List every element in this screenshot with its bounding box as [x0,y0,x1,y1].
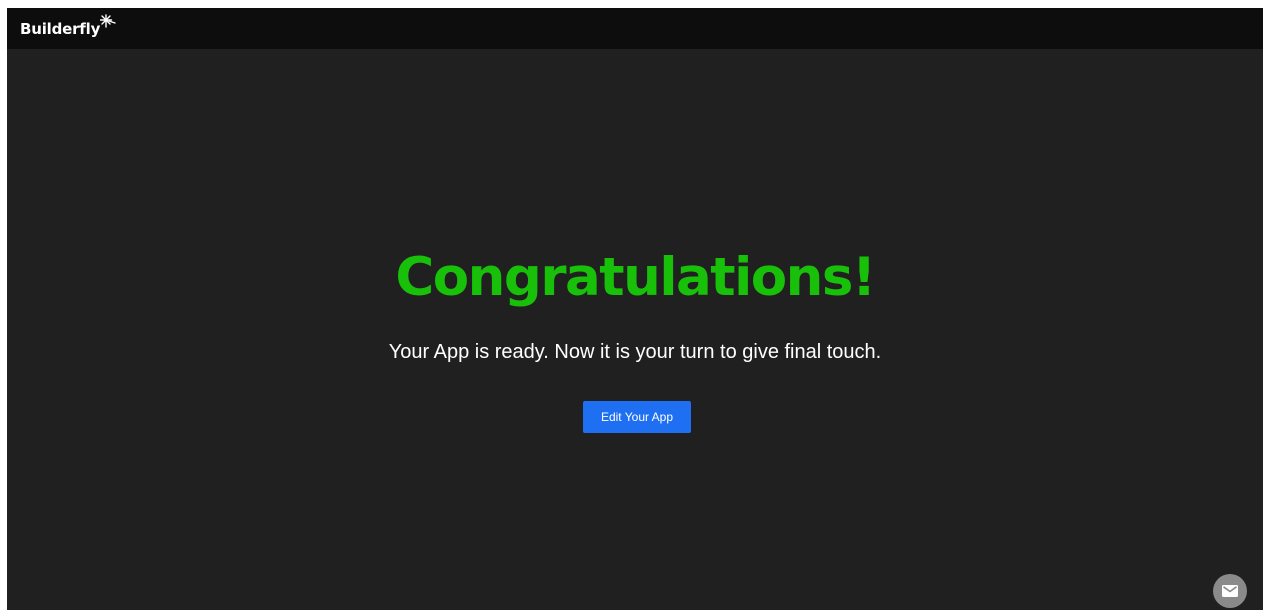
app-ready-message: Your App is ready. Now it is your turn t… [388,341,882,363]
edit-your-app-button[interactable]: Edit Your App [583,401,691,433]
app-frame: Builderfly Congratulations! Your App is … [7,8,1263,610]
mail-icon [1222,585,1238,597]
builderfly-logo[interactable]: Builderfly [20,14,116,39]
congratulations-heading: Congratulations! [395,247,876,308]
top-navbar: Builderfly [7,8,1263,49]
dragonfly-star-icon [100,14,116,28]
contact-mail-button[interactable] [1213,574,1247,608]
logo-text: Builderfly [20,20,101,38]
